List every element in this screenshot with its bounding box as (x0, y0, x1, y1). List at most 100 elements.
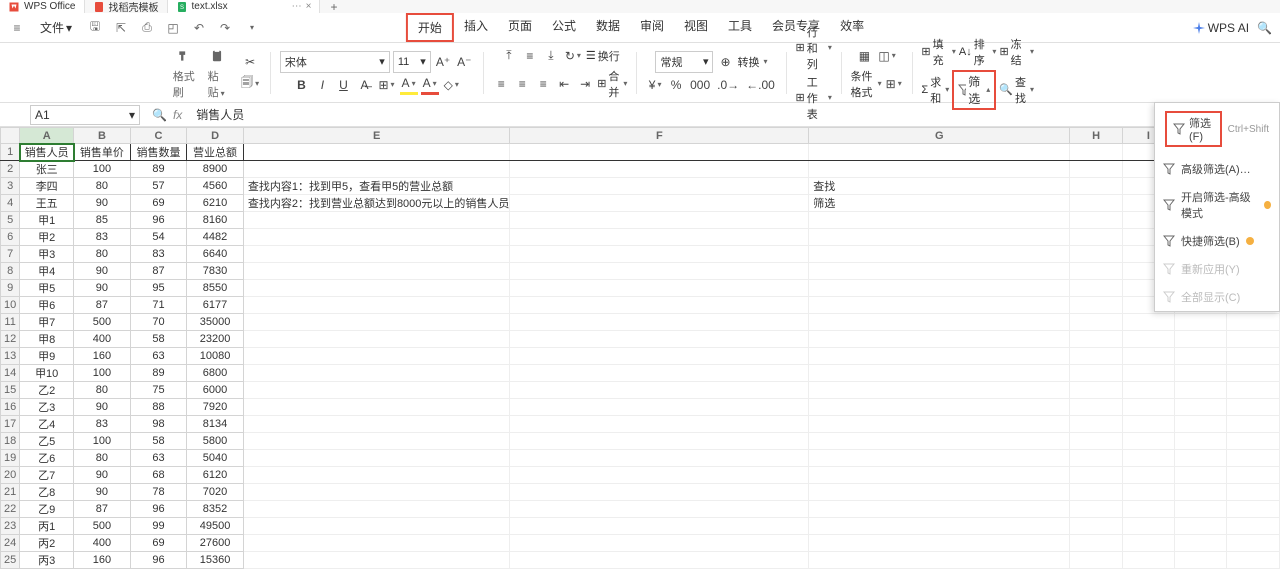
row-header[interactable]: 13 (1, 348, 20, 365)
cell[interactable] (510, 161, 809, 178)
cell[interactable] (1070, 263, 1123, 280)
filter-menu-enable-advanced[interactable]: 开启筛选-高级模式 (1155, 183, 1279, 227)
cell[interactable] (243, 501, 510, 518)
cell[interactable]: 78 (130, 484, 187, 501)
cell[interactable]: 35000 (187, 314, 244, 331)
cell[interactable]: 张三 (20, 161, 74, 178)
cell[interactable]: 87 (74, 501, 131, 518)
cell[interactable] (1174, 552, 1226, 569)
cell[interactable] (510, 297, 809, 314)
cell[interactable] (1174, 501, 1226, 518)
cell[interactable]: 查找内容2：找到营业总额达到8000元以上的销售人员 (243, 195, 510, 212)
cell[interactable]: 400 (74, 535, 131, 552)
cell[interactable] (510, 331, 809, 348)
cell[interactable] (510, 467, 809, 484)
col-header[interactable]: E (243, 128, 510, 144)
cell[interactable]: 90 (74, 467, 131, 484)
cell[interactable]: 8160 (187, 212, 244, 229)
percent-icon[interactable]: % (667, 75, 685, 95)
row-header[interactable]: 22 (1, 501, 20, 518)
cell[interactable]: 乙4 (20, 416, 74, 433)
align-center-icon[interactable]: ≡ (513, 74, 531, 94)
increase-font-icon[interactable]: A⁺ (434, 52, 452, 72)
cell[interactable]: 500 (74, 518, 131, 535)
row-header[interactable]: 1 (1, 144, 20, 161)
cell[interactable] (1070, 195, 1123, 212)
print-preview-icon[interactable]: ◰ (164, 19, 182, 37)
cell[interactable]: 70 (130, 314, 187, 331)
cell[interactable] (243, 518, 510, 535)
paste-label[interactable]: 粘贴 (208, 68, 227, 100)
cell[interactable] (1070, 467, 1123, 484)
cell[interactable]: 95 (130, 280, 187, 297)
cell[interactable] (809, 382, 1070, 399)
cell[interactable] (809, 246, 1070, 263)
cell[interactable] (809, 297, 1070, 314)
cell[interactable] (809, 348, 1070, 365)
cell[interactable] (1070, 161, 1123, 178)
cell[interactable] (1070, 535, 1123, 552)
menu-toggle-icon[interactable]: ≡ (8, 19, 26, 37)
cell[interactable] (809, 467, 1070, 484)
app-tab-wps[interactable]: WPS Office (0, 0, 85, 13)
row-header[interactable]: 9 (1, 280, 20, 297)
cell[interactable]: 100 (74, 433, 131, 450)
cell[interactable]: 丙1 (20, 518, 74, 535)
new-tab-button[interactable]: + (330, 0, 337, 14)
cell[interactable]: 甲2 (20, 229, 74, 246)
cell[interactable] (510, 416, 809, 433)
cell[interactable]: 68 (130, 467, 187, 484)
cell[interactable] (1174, 484, 1226, 501)
cell[interactable]: 查找内容1：找到甲5，查看甲5的营业总额 (243, 178, 510, 195)
cell[interactable] (1070, 314, 1123, 331)
cell[interactable] (1122, 382, 1174, 399)
cut-icon[interactable]: ✂ (241, 52, 259, 72)
cell[interactable]: 乙3 (20, 399, 74, 416)
cell[interactable] (1122, 518, 1174, 535)
cell[interactable]: 筛选 (809, 195, 1070, 212)
cell[interactable] (510, 433, 809, 450)
cell[interactable]: 甲1 (20, 212, 74, 229)
cell[interactable]: 丙3 (20, 552, 74, 569)
cell[interactable]: 69 (130, 195, 187, 212)
cell[interactable] (243, 348, 510, 365)
search-icon[interactable]: 🔍 (1257, 21, 1272, 35)
cell[interactable]: 甲4 (20, 263, 74, 280)
cell[interactable]: 15360 (187, 552, 244, 569)
cell[interactable]: 甲5 (20, 280, 74, 297)
cell[interactable] (243, 331, 510, 348)
app-tab-file[interactable]: S text.xlsx ⋯ × (168, 0, 321, 13)
cell[interactable] (1070, 229, 1123, 246)
cell[interactable] (1122, 365, 1174, 382)
cell[interactable]: 80 (74, 246, 131, 263)
cell[interactable]: 甲7 (20, 314, 74, 331)
cell[interactable] (1227, 399, 1280, 416)
cell[interactable] (1227, 450, 1280, 467)
cell[interactable] (1174, 450, 1226, 467)
cell[interactable] (1122, 399, 1174, 416)
spreadsheet-grid[interactable]: A B C D E F G H I J K 1 销售人员 销售单价 销售数量 营… (0, 127, 1280, 569)
cell[interactable] (510, 518, 809, 535)
cell[interactable] (809, 518, 1070, 535)
row-header[interactable]: 12 (1, 331, 20, 348)
cell[interactable] (1227, 314, 1280, 331)
cell[interactable] (243, 433, 510, 450)
cell[interactable] (809, 263, 1070, 280)
cell[interactable]: 90 (74, 399, 131, 416)
cell[interactable]: 6000 (187, 382, 244, 399)
sum-button[interactable]: Σ 求和 (921, 74, 949, 106)
cell[interactable]: 71 (130, 297, 187, 314)
save-icon[interactable]: 🖫 (86, 19, 104, 37)
wps-ai-button[interactable]: WPS AI (1193, 21, 1249, 35)
cell[interactable]: 58 (130, 331, 187, 348)
cell[interactable]: 7830 (187, 263, 244, 280)
cell[interactable]: 100 (74, 365, 131, 382)
tab-home[interactable]: 开始 (406, 13, 454, 42)
cell[interactable]: 李四 (20, 178, 74, 195)
row-header[interactable]: 23 (1, 518, 20, 535)
cell[interactable] (1070, 433, 1123, 450)
tab-review[interactable]: 审阅 (630, 13, 674, 42)
cell[interactable]: 99 (130, 518, 187, 535)
cell[interactable] (1174, 467, 1226, 484)
cell[interactable]: 88 (130, 399, 187, 416)
